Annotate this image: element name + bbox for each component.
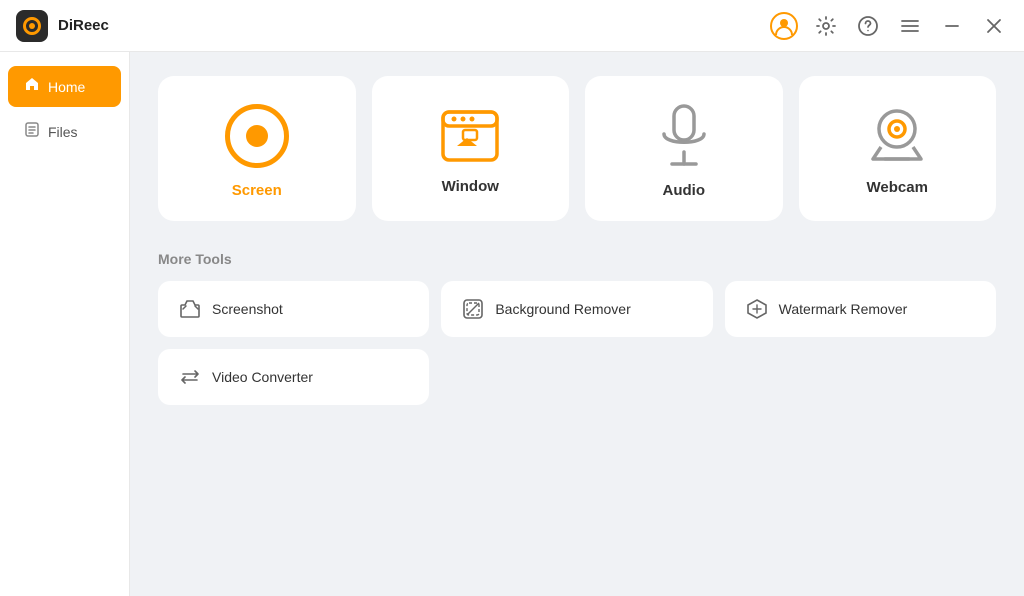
webcam-card[interactable]: Webcam bbox=[799, 76, 997, 221]
profile-icon[interactable] bbox=[770, 12, 798, 40]
close-button[interactable] bbox=[980, 12, 1008, 40]
screen-icon-dot bbox=[246, 125, 268, 147]
screen-icon-ring bbox=[225, 104, 289, 168]
sidebar: Home Files bbox=[0, 52, 130, 596]
content-area: Screen Window bbox=[130, 52, 1024, 596]
screenshot-icon bbox=[178, 297, 202, 321]
window-card[interactable]: Window bbox=[372, 76, 570, 221]
recording-cards-row: Screen Window bbox=[158, 76, 996, 221]
watermark-remover-icon bbox=[745, 297, 769, 321]
video-converter-icon bbox=[178, 365, 202, 389]
screenshot-tool[interactable]: Screenshot bbox=[158, 281, 429, 337]
titlebar-controls bbox=[770, 12, 1008, 40]
sidebar-item-files[interactable]: Files bbox=[8, 111, 121, 152]
more-tools-section: More Tools Screenshot bbox=[158, 251, 996, 405]
app-logo bbox=[16, 10, 48, 42]
window-card-label: Window bbox=[442, 178, 499, 195]
files-icon bbox=[24, 121, 40, 142]
more-tools-title: More Tools bbox=[158, 251, 996, 267]
audio-card-icon bbox=[658, 104, 710, 168]
titlebar-left: DiReec bbox=[16, 10, 109, 42]
audio-card-label: Audio bbox=[663, 182, 706, 199]
video-converter-tool[interactable]: Video Converter bbox=[158, 349, 429, 405]
app-logo-ring bbox=[23, 17, 41, 35]
tools-grid: Screenshot Background Remover bbox=[158, 281, 996, 405]
help-icon[interactable] bbox=[854, 12, 882, 40]
watermark-remover-tool[interactable]: Watermark Remover bbox=[725, 281, 996, 337]
sidebar-home-label: Home bbox=[48, 79, 85, 95]
minimize-button[interactable] bbox=[938, 12, 966, 40]
menu-icon[interactable] bbox=[896, 12, 924, 40]
main-layout: Home Files Screen bbox=[0, 52, 1024, 596]
app-logo-dot bbox=[29, 23, 35, 29]
background-remover-label: Background Remover bbox=[495, 301, 630, 317]
webcam-card-label: Webcam bbox=[867, 179, 928, 196]
video-converter-label: Video Converter bbox=[212, 369, 313, 385]
settings-icon[interactable] bbox=[812, 12, 840, 40]
window-card-icon bbox=[439, 108, 501, 164]
app-name: DiReec bbox=[58, 17, 109, 34]
screen-card-label: Screen bbox=[232, 182, 282, 199]
audio-card[interactable]: Audio bbox=[585, 76, 783, 221]
sidebar-files-label: Files bbox=[48, 124, 78, 140]
screenshot-label: Screenshot bbox=[212, 301, 283, 317]
titlebar: DiReec bbox=[0, 0, 1024, 52]
background-remover-icon bbox=[461, 297, 485, 321]
webcam-card-icon bbox=[867, 107, 927, 165]
screen-card[interactable]: Screen bbox=[158, 76, 356, 221]
home-icon bbox=[24, 76, 40, 97]
background-remover-tool[interactable]: Background Remover bbox=[441, 281, 712, 337]
watermark-remover-label: Watermark Remover bbox=[779, 301, 908, 317]
screen-card-icon bbox=[225, 104, 289, 168]
sidebar-item-home[interactable]: Home bbox=[8, 66, 121, 107]
